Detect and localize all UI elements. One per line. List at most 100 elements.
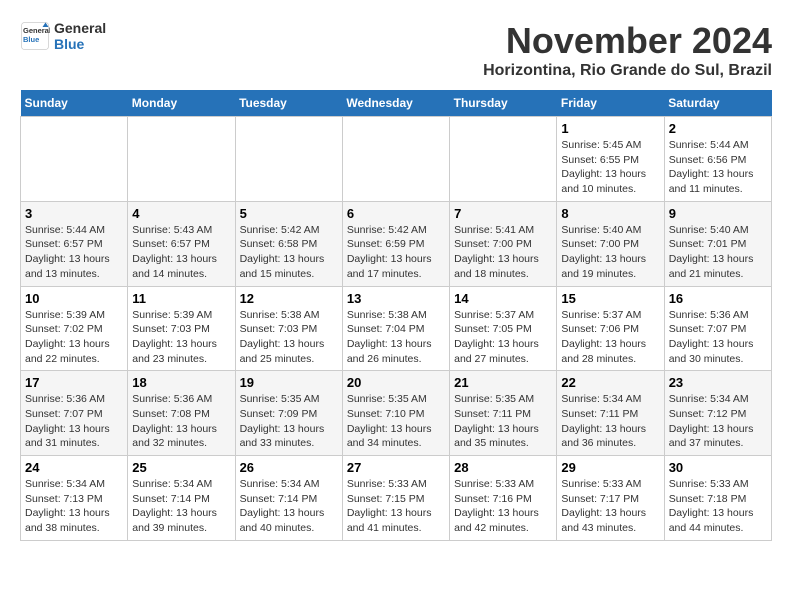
weekday-header-friday: Friday (557, 90, 664, 117)
day-info: Sunrise: 5:39 AM Sunset: 7:03 PM Dayligh… (132, 308, 230, 367)
day-cell: 8 Sunrise: 5:40 AM Sunset: 7:00 PM Daylig… (557, 201, 664, 286)
day-info: Sunrise: 5:34 AM Sunset: 7:13 PM Dayligh… (25, 477, 123, 536)
day-cell: 6 Sunrise: 5:42 AM Sunset: 6:59 PM Daylig… (342, 201, 449, 286)
day-info: Sunrise: 5:37 AM Sunset: 7:06 PM Dayligh… (561, 308, 659, 367)
day-info: Sunrise: 5:33 AM Sunset: 7:16 PM Dayligh… (454, 477, 552, 536)
day-info: Sunrise: 5:39 AM Sunset: 7:02 PM Dayligh… (25, 308, 123, 367)
day-cell: 3 Sunrise: 5:44 AM Sunset: 6:57 PM Daylig… (21, 201, 128, 286)
day-info: Sunrise: 5:36 AM Sunset: 7:07 PM Dayligh… (669, 308, 767, 367)
day-number: 25 (132, 460, 230, 475)
day-cell: 2 Sunrise: 5:44 AM Sunset: 6:56 PM Daylig… (664, 117, 771, 202)
day-info: Sunrise: 5:34 AM Sunset: 7:14 PM Dayligh… (240, 477, 338, 536)
day-cell: 26 Sunrise: 5:34 AM Sunset: 7:14 PM Dayli… (235, 456, 342, 541)
day-cell: 4Sunrise: 5:43 AM Sunset: 6:57 PM Daylig… (128, 201, 235, 286)
svg-text:General: General (23, 26, 50, 35)
day-cell: 14 Sunrise: 5:37 AM Sunset: 7:05 PM Dayli… (450, 286, 557, 371)
day-cell: 1Sunrise: 5:45 AM Sunset: 6:55 PM Daylig… (557, 117, 664, 202)
day-number: 18 (132, 375, 230, 390)
day-number: 8 (561, 206, 659, 221)
day-info: Sunrise: 5:36 AM Sunset: 7:08 PM Dayligh… (132, 392, 230, 451)
day-cell (450, 117, 557, 202)
day-number: 14 (454, 291, 552, 306)
day-info: Sunrise: 5:36 AM Sunset: 7:07 PM Dayligh… (25, 392, 123, 451)
day-number: 22 (561, 375, 659, 390)
day-cell: 12Sunrise: 5:38 AM Sunset: 7:03 PM Dayli… (235, 286, 342, 371)
day-info: Sunrise: 5:34 AM Sunset: 7:11 PM Dayligh… (561, 392, 659, 451)
day-number: 16 (669, 291, 767, 306)
day-number: 17 (25, 375, 123, 390)
day-info: Sunrise: 5:35 AM Sunset: 7:10 PM Dayligh… (347, 392, 445, 451)
day-info: Sunrise: 5:44 AM Sunset: 6:57 PM Dayligh… (25, 223, 123, 282)
day-info: Sunrise: 5:40 AM Sunset: 7:00 PM Dayligh… (561, 223, 659, 282)
day-cell: 5 Sunrise: 5:42 AM Sunset: 6:58 PM Daylig… (235, 201, 342, 286)
location: Horizontina, Rio Grande do Sul, Brazil (483, 62, 772, 80)
weekday-header-wednesday: Wednesday (342, 90, 449, 117)
day-number: 20 (347, 375, 445, 390)
week-row-4: 17 Sunrise: 5:36 AM Sunset: 7:07 PM Dayli… (21, 371, 772, 456)
week-row-2: 3 Sunrise: 5:44 AM Sunset: 6:57 PM Daylig… (21, 201, 772, 286)
day-info: Sunrise: 5:38 AM Sunset: 7:04 PM Dayligh… (347, 308, 445, 367)
day-cell (21, 117, 128, 202)
day-cell: 21 Sunrise: 5:35 AM Sunset: 7:11 PM Dayli… (450, 371, 557, 456)
day-info: Sunrise: 5:42 AM Sunset: 6:59 PM Dayligh… (347, 223, 445, 282)
day-number: 5 (240, 206, 338, 221)
day-cell: 7 Sunrise: 5:41 AM Sunset: 7:00 PM Daylig… (450, 201, 557, 286)
day-info: Sunrise: 5:35 AM Sunset: 7:11 PM Dayligh… (454, 392, 552, 451)
day-cell: 25 Sunrise: 5:34 AM Sunset: 7:14 PM Dayli… (128, 456, 235, 541)
day-info: Sunrise: 5:37 AM Sunset: 7:05 PM Dayligh… (454, 308, 552, 367)
day-info: Sunrise: 5:35 AM Sunset: 7:09 PM Dayligh… (240, 392, 338, 451)
day-cell: 9Sunrise: 5:40 AM Sunset: 7:01 PM Daylig… (664, 201, 771, 286)
day-number: 11 (132, 291, 230, 306)
day-number: 4 (132, 206, 230, 221)
day-info: Sunrise: 5:38 AM Sunset: 7:03 PM Dayligh… (240, 308, 338, 367)
day-info: Sunrise: 5:45 AM Sunset: 6:55 PM Dayligh… (561, 138, 659, 197)
day-cell: 11 Sunrise: 5:39 AM Sunset: 7:03 PM Dayli… (128, 286, 235, 371)
day-info: Sunrise: 5:33 AM Sunset: 7:15 PM Dayligh… (347, 477, 445, 536)
day-cell: 29 Sunrise: 5:33 AM Sunset: 7:17 PM Dayli… (557, 456, 664, 541)
day-cell: 19Sunrise: 5:35 AM Sunset: 7:09 PM Dayli… (235, 371, 342, 456)
day-cell: 28 Sunrise: 5:33 AM Sunset: 7:16 PM Dayli… (450, 456, 557, 541)
day-number: 10 (25, 291, 123, 306)
day-info: Sunrise: 5:40 AM Sunset: 7:01 PM Dayligh… (669, 223, 767, 282)
day-number: 29 (561, 460, 659, 475)
day-cell: 24 Sunrise: 5:34 AM Sunset: 7:13 PM Dayli… (21, 456, 128, 541)
day-info: Sunrise: 5:44 AM Sunset: 6:56 PM Dayligh… (669, 138, 767, 197)
logo-text: General Blue (54, 20, 106, 52)
day-number: 2 (669, 121, 767, 136)
day-info: Sunrise: 5:33 AM Sunset: 7:18 PM Dayligh… (669, 477, 767, 536)
weekday-header-tuesday: Tuesday (235, 90, 342, 117)
day-info: Sunrise: 5:42 AM Sunset: 6:58 PM Dayligh… (240, 223, 338, 282)
week-row-1: 1Sunrise: 5:45 AM Sunset: 6:55 PM Daylig… (21, 117, 772, 202)
day-cell: 22 Sunrise: 5:34 AM Sunset: 7:11 PM Dayli… (557, 371, 664, 456)
day-number: 6 (347, 206, 445, 221)
weekday-header-row: SundayMondayTuesdayWednesdayThursdayFrid… (21, 90, 772, 117)
day-number: 7 (454, 206, 552, 221)
day-number: 3 (25, 206, 123, 221)
day-number: 27 (347, 460, 445, 475)
day-cell: 20 Sunrise: 5:35 AM Sunset: 7:10 PM Dayli… (342, 371, 449, 456)
weekday-header-sunday: Sunday (21, 90, 128, 117)
day-cell: 18 Sunrise: 5:36 AM Sunset: 7:08 PM Dayli… (128, 371, 235, 456)
day-cell: 13Sunrise: 5:38 AM Sunset: 7:04 PM Dayli… (342, 286, 449, 371)
svg-text:Blue: Blue (23, 35, 39, 44)
day-cell: 10 Sunrise: 5:39 AM Sunset: 7:02 PM Dayli… (21, 286, 128, 371)
day-number: 21 (454, 375, 552, 390)
day-info: Sunrise: 5:33 AM Sunset: 7:17 PM Dayligh… (561, 477, 659, 536)
week-row-5: 24 Sunrise: 5:34 AM Sunset: 7:13 PM Dayli… (21, 456, 772, 541)
day-number: 23 (669, 375, 767, 390)
weekday-header-saturday: Saturday (664, 90, 771, 117)
day-cell: 30Sunrise: 5:33 AM Sunset: 7:18 PM Dayli… (664, 456, 771, 541)
day-number: 24 (25, 460, 123, 475)
day-cell: 27 Sunrise: 5:33 AM Sunset: 7:15 PM Dayli… (342, 456, 449, 541)
day-cell (128, 117, 235, 202)
title-block: November 2024 Horizontina, Rio Grande do… (483, 20, 772, 80)
logo: General Blue General Blue (20, 20, 106, 52)
day-info: Sunrise: 5:34 AM Sunset: 7:14 PM Dayligh… (132, 477, 230, 536)
weekday-header-thursday: Thursday (450, 90, 557, 117)
calendar-table: SundayMondayTuesdayWednesdayThursdayFrid… (20, 90, 772, 541)
day-info: Sunrise: 5:41 AM Sunset: 7:00 PM Dayligh… (454, 223, 552, 282)
page-header: General Blue General Blue November 2024 … (20, 20, 772, 80)
day-number: 26 (240, 460, 338, 475)
day-number: 28 (454, 460, 552, 475)
month-title: November 2024 (483, 20, 772, 62)
